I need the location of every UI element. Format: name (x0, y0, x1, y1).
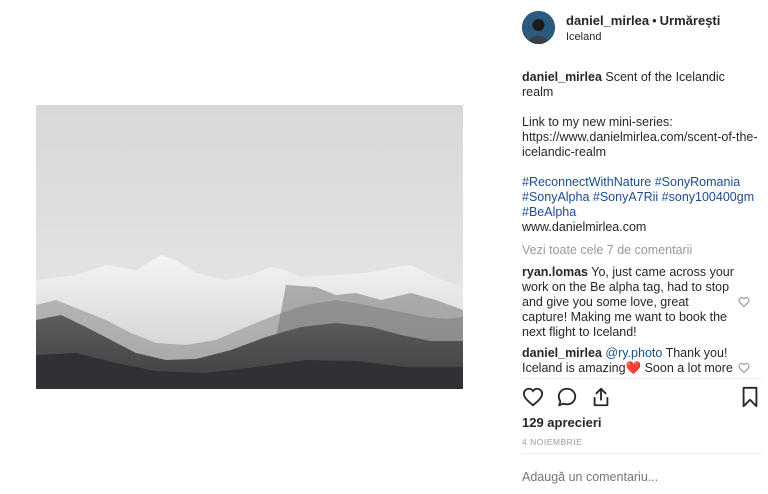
header-username: daniel_mirlea • Urmărești (566, 13, 720, 28)
location-link[interactable]: Iceland (566, 31, 601, 43)
post-date: 4 NOIEMBRIE (522, 437, 583, 447)
caption-hashtags[interactable]: #ReconnectWithNature #SonyRomania #SonyA… (522, 175, 758, 220)
action-bar (522, 386, 762, 410)
add-comment-input[interactable] (522, 470, 752, 484)
view-all-comments-link[interactable]: Vezi toate cele 7 de comentarii (522, 243, 692, 257)
bookmark-icon[interactable] (740, 386, 760, 408)
caption-url: https://www.danielmirlea.com/scent-of-th… (522, 130, 758, 159)
post-details-panel: daniel_mirlea • Urmărești Iceland daniel_m… (508, 0, 768, 494)
comment-like-icon[interactable] (738, 362, 750, 374)
avatar-image (522, 11, 555, 44)
post-photo[interactable] (36, 105, 463, 389)
caption-line2: Link to my new mini-series: (522, 115, 673, 129)
username-link[interactable]: daniel_mirlea (566, 13, 649, 28)
comment-item: ryan.lomas Yo, just came across your wor… (522, 265, 734, 340)
comment-text-continued: Soon a lot more (641, 361, 733, 375)
comment-author[interactable]: daniel_mirlea (522, 346, 602, 360)
divider (522, 378, 762, 379)
caption-author[interactable]: daniel_mirlea (522, 70, 602, 84)
share-icon[interactable] (590, 386, 612, 408)
comment-mention[interactable]: @ry.photo (605, 346, 662, 360)
media-panel (0, 0, 498, 494)
divider (522, 453, 762, 454)
post-header: daniel_mirlea • Urmărești Iceland (522, 10, 762, 46)
heart-icon[interactable] (522, 386, 544, 408)
comment-like-icon[interactable] (738, 296, 750, 308)
following-button[interactable]: Urmărești (660, 13, 721, 28)
caption-website: www.danielmirlea.com (522, 220, 647, 234)
avatar[interactable] (522, 11, 555, 44)
separator-dot: • (652, 13, 657, 28)
comment-icon[interactable] (556, 386, 578, 408)
red-heart-emoji: ❤️ (625, 361, 642, 375)
comment-item: daniel_mirlea @ry.photo Thank you! Icela… (522, 346, 734, 376)
comment-author[interactable]: ryan.lomas (522, 265, 588, 279)
caption-line1: daniel_mirlea Scent of the Icelandic rea… (522, 70, 758, 100)
likes-count[interactable]: 129 aprecieri (522, 415, 602, 430)
mountain-photo (36, 105, 463, 389)
